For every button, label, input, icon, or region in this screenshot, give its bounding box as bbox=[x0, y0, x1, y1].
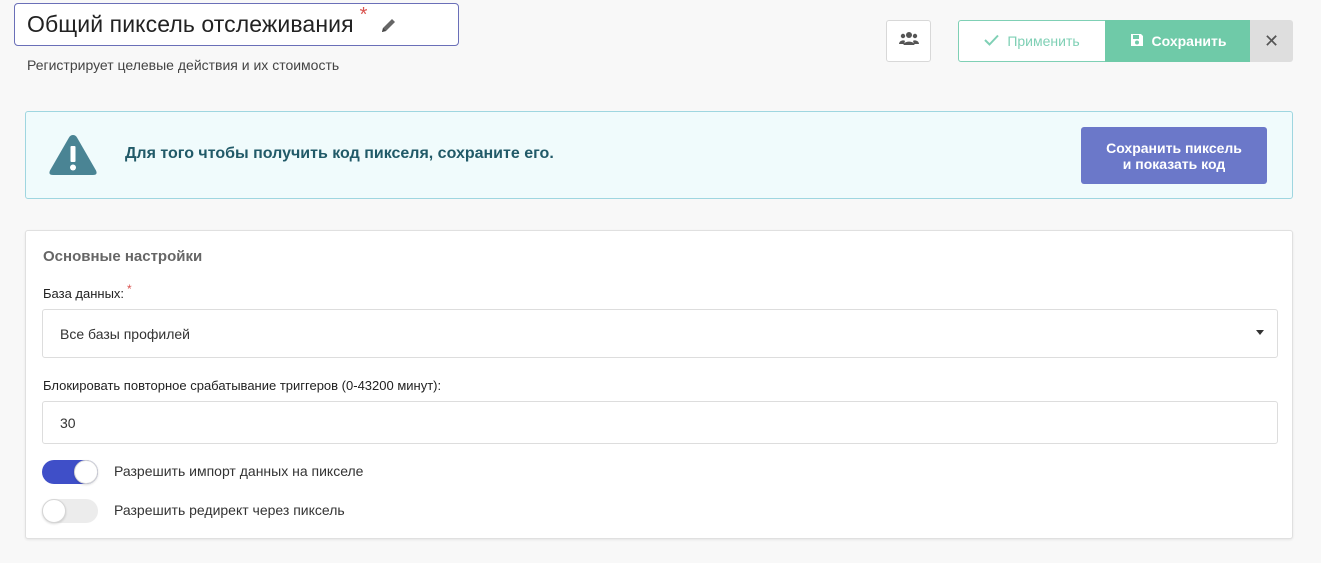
users-button[interactable] bbox=[886, 20, 931, 62]
import-data-toggle[interactable] bbox=[42, 460, 98, 484]
close-button[interactable]: ✕ bbox=[1250, 20, 1293, 62]
main-settings-card: Основные настройки База данных: * Все баз… bbox=[25, 230, 1293, 539]
database-label: База данных: * bbox=[43, 282, 132, 301]
required-mark: * bbox=[359, 4, 368, 26]
check-icon bbox=[984, 33, 1000, 49]
apply-button[interactable]: Применить bbox=[958, 20, 1106, 62]
save-and-show-code-button[interactable]: Сохранить пиксель и показать код bbox=[1081, 127, 1267, 184]
users-icon bbox=[898, 31, 919, 52]
required-mark: * bbox=[127, 282, 132, 296]
close-icon: ✕ bbox=[1263, 30, 1280, 51]
warning-triangle-icon bbox=[48, 133, 98, 177]
database-select[interactable]: Все базы профилей bbox=[42, 309, 1278, 358]
page-subtitle: Регистрирует целевые действия и их стоим… bbox=[27, 57, 340, 73]
apply-label: Применить bbox=[1007, 33, 1080, 49]
alert-button-line1: Сохранить пиксель bbox=[1106, 139, 1242, 156]
import-data-label: Разрешить импорт данных на пикселе bbox=[114, 463, 364, 479]
block-triggers-label: Блокировать повторное срабатывание тригг… bbox=[43, 378, 442, 393]
save-notice-alert: Для того чтобы получить код пикселя, сох… bbox=[25, 111, 1293, 199]
block-triggers-input[interactable]: 30 bbox=[42, 401, 1278, 444]
database-select-value: Все базы профилей bbox=[60, 325, 190, 342]
alert-message: Для того чтобы получить код пикселя, сох… bbox=[125, 145, 554, 162]
toggle-knob bbox=[74, 460, 98, 484]
caret-down-icon bbox=[1256, 330, 1264, 335]
section-title: Основные настройки bbox=[43, 248, 203, 265]
pencil-icon[interactable] bbox=[380, 16, 398, 34]
page-title: Общий пиксель отслеживания bbox=[27, 11, 354, 37]
toggle-knob bbox=[42, 499, 66, 523]
save-label: Сохранить bbox=[1151, 33, 1227, 49]
pixel-title-field[interactable]: Общий пиксель отслеживания * bbox=[14, 3, 459, 46]
alert-button-line2: и показать код bbox=[1122, 155, 1226, 172]
save-button[interactable]: Сохранить bbox=[1105, 20, 1251, 62]
redirect-toggle[interactable] bbox=[42, 499, 98, 523]
block-triggers-value: 30 bbox=[60, 414, 76, 431]
floppy-disk-icon bbox=[1130, 33, 1144, 50]
database-label-text: База данных: bbox=[43, 286, 125, 301]
redirect-label: Разрешить редирект через пиксель bbox=[114, 502, 345, 518]
